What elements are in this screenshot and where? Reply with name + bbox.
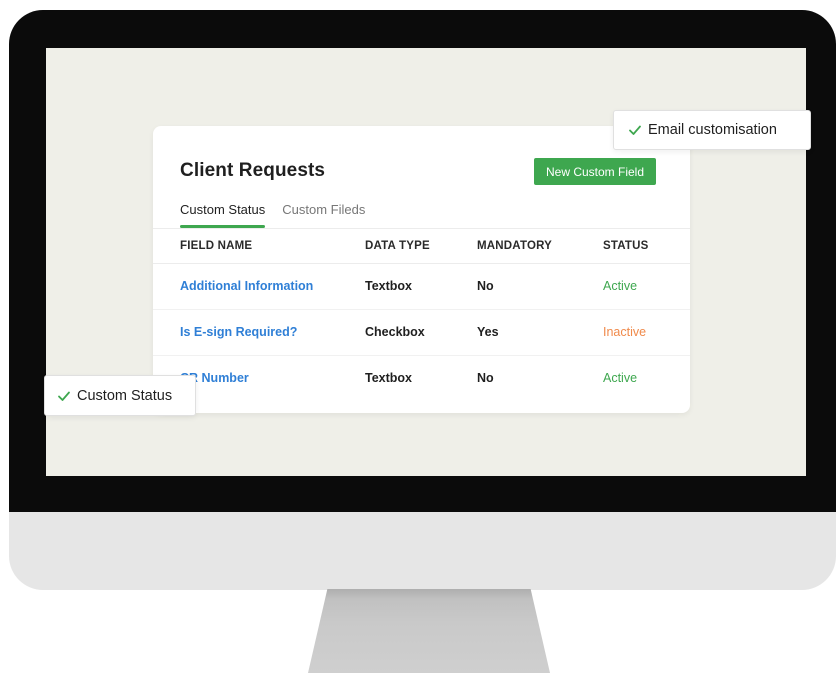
status-badge: Inactive xyxy=(603,325,647,339)
monitor-stand xyxy=(308,589,550,673)
data-type-cell: Textbox xyxy=(365,279,412,293)
field-name-link[interactable]: Is E-sign Required? xyxy=(180,325,297,339)
header-data-type: DATA TYPE xyxy=(365,240,430,252)
table-header: FIELD NAME DATA TYPE MANDATORY STATUS xyxy=(153,228,690,264)
field-name-link[interactable]: Additional Information xyxy=(180,279,313,293)
status-badge: Active xyxy=(603,279,638,293)
custom-status-tag: Custom Status xyxy=(44,375,196,416)
imac-mockup: Client Requests New Custom Field Custom … xyxy=(0,0,836,673)
data-type-cell: Textbox xyxy=(365,371,412,385)
table-row[interactable]: Is E-sign Required? Checkbox Yes Inactiv… xyxy=(153,310,690,356)
custom-fields-table: FIELD NAME DATA TYPE MANDATORY STATUS Ad… xyxy=(153,228,690,401)
tab-custom-fields[interactable]: Custom Fileds xyxy=(282,202,365,228)
mandatory-cell: No xyxy=(477,371,494,385)
tab-custom-status[interactable]: Custom Status xyxy=(180,202,266,228)
header-status: STATUS xyxy=(603,240,649,252)
page-title: Client Requests xyxy=(180,160,326,181)
tab-bar: Custom Status Custom Fileds xyxy=(180,202,382,228)
header-field-name: FIELD NAME xyxy=(180,240,253,252)
check-icon xyxy=(628,123,642,137)
table-row[interactable]: CR Number Textbox No Active xyxy=(153,356,690,401)
data-type-cell: Checkbox xyxy=(365,325,425,339)
monitor-chin xyxy=(9,512,836,590)
header-mandatory: MANDATORY xyxy=(477,240,553,252)
check-icon xyxy=(57,389,71,403)
table-row[interactable]: Additional Information Textbox No Active xyxy=(153,264,690,310)
new-custom-field-button[interactable]: New Custom Field xyxy=(534,158,656,185)
email-customisation-label: Email customisation xyxy=(648,122,777,138)
email-customisation-tag: Email customisation xyxy=(613,110,811,150)
mandatory-cell: Yes xyxy=(477,325,499,339)
mandatory-cell: No xyxy=(477,279,494,293)
client-requests-card: Client Requests New Custom Field Custom … xyxy=(153,126,690,413)
status-badge: Active xyxy=(603,371,638,385)
custom-status-label: Custom Status xyxy=(77,387,173,404)
